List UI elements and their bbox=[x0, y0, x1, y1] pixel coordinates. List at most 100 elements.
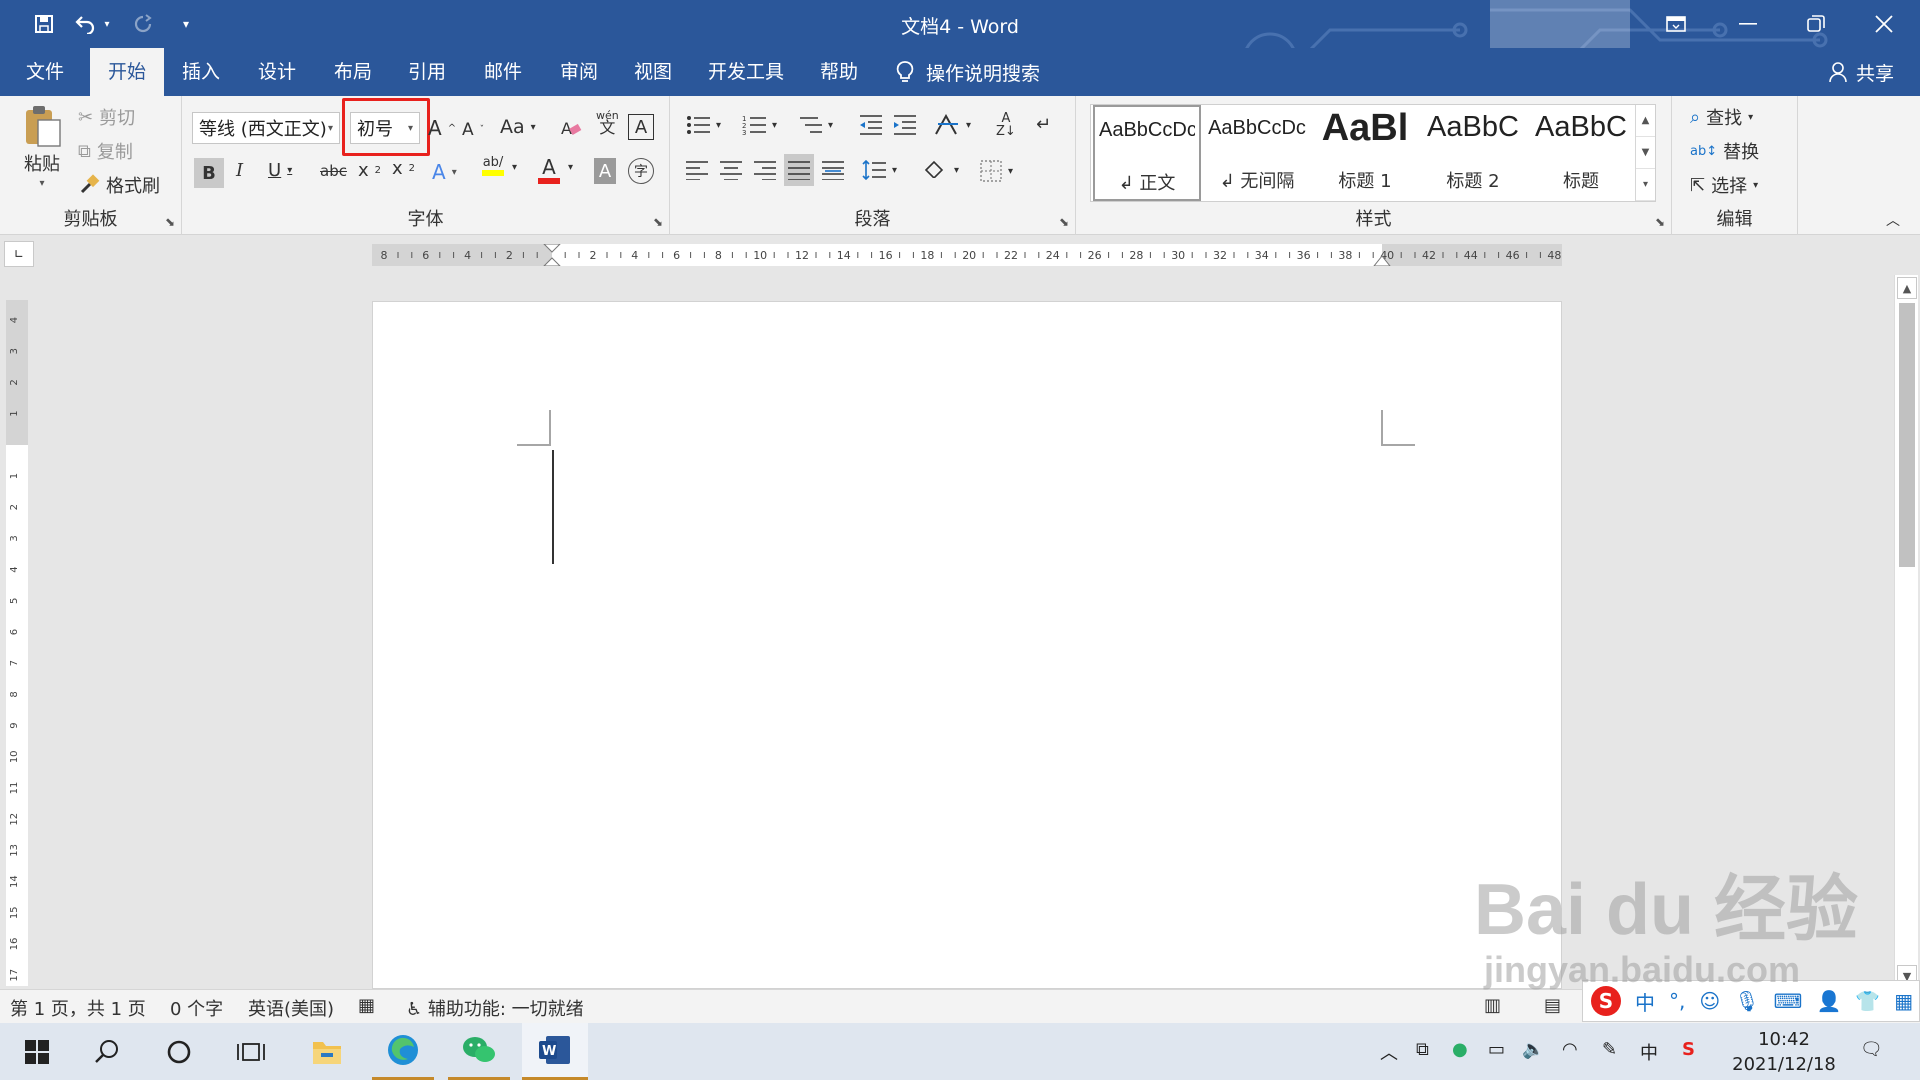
highlight-dropdown-icon[interactable]: ▾ bbox=[512, 162, 517, 173]
sort-icon[interactable]: A Z↓ bbox=[996, 112, 1016, 138]
superscript-icon[interactable]: x2 bbox=[392, 158, 415, 179]
pen-icon[interactable]: ✎ bbox=[1602, 1039, 1617, 1060]
distributed-icon[interactable] bbox=[822, 160, 844, 180]
tray-overflow-icon[interactable]: ︿ bbox=[1380, 1039, 1398, 1065]
character-border-icon[interactable]: A bbox=[628, 114, 654, 140]
tray-wechat-icon[interactable]: ● bbox=[1452, 1039, 1468, 1060]
align-right-icon[interactable] bbox=[754, 160, 776, 180]
collapse-ribbon-icon[interactable]: ︿ bbox=[1886, 210, 1900, 230]
tell-me-search[interactable]: 操作说明搜索 bbox=[896, 48, 1040, 96]
font-color-dropdown-icon[interactable]: ▾ bbox=[568, 162, 573, 173]
volume-icon[interactable]: 🔈 bbox=[1522, 1039, 1544, 1060]
align-center-icon[interactable] bbox=[720, 160, 742, 180]
tab-review[interactable]: 审阅 bbox=[542, 48, 616, 96]
ime-mode[interactable]: 中 bbox=[1635, 987, 1655, 1016]
tray-sogou-icon[interactable]: S bbox=[1682, 1039, 1695, 1060]
language-status[interactable]: 英语(美国) bbox=[248, 995, 334, 1021]
shading-icon[interactable]: ▾ bbox=[922, 158, 959, 182]
character-shading-icon[interactable]: A bbox=[594, 158, 616, 184]
bold-icon[interactable]: B bbox=[194, 158, 224, 188]
gallery-down-icon[interactable]: ▼ bbox=[1636, 137, 1655, 169]
wechat-icon[interactable] bbox=[448, 1023, 510, 1080]
start-button[interactable] bbox=[6, 1023, 68, 1080]
vertical-scrollbar[interactable]: ▲ ▼ bbox=[1894, 275, 1918, 989]
enclose-characters-icon[interactable]: 字 bbox=[628, 158, 654, 184]
paste-button[interactable]: 粘贴 ▾ bbox=[22, 104, 62, 189]
style-heading-2[interactable]: AaBbC 标题 2 bbox=[1419, 105, 1527, 201]
word-count[interactable]: 0 个字 bbox=[170, 995, 223, 1021]
cut-button[interactable]: ✂ 剪切 bbox=[78, 104, 135, 130]
chinese-layout-icon[interactable]: ▾ bbox=[934, 114, 971, 136]
strikethrough-icon[interactable]: abc bbox=[320, 162, 347, 180]
battery-icon[interactable]: ▭ bbox=[1488, 1039, 1505, 1060]
tab-insert[interactable]: 插入 bbox=[164, 48, 238, 96]
shrink-font-icon[interactable]: Aˇ bbox=[462, 120, 484, 140]
close-icon[interactable] bbox=[1852, 0, 1916, 48]
change-case-icon[interactable]: Aa ▾ bbox=[500, 116, 536, 138]
accessibility-status[interactable]: ♿ 辅助功能: 一切就绪 bbox=[406, 995, 584, 1021]
line-spacing-icon[interactable]: ▾ bbox=[862, 160, 897, 180]
keyboard-icon[interactable]: ⌨ bbox=[1774, 989, 1803, 1013]
scroll-thumb[interactable] bbox=[1899, 303, 1915, 567]
tray-app-icon[interactable]: ⧉ bbox=[1416, 1039, 1429, 1060]
font-color-icon[interactable]: A bbox=[538, 156, 560, 184]
borders-icon[interactable]: ▾ bbox=[980, 160, 1013, 182]
task-view-icon[interactable] bbox=[220, 1023, 282, 1080]
style-no-spacing[interactable]: AaBbCcDc ↲ 无间隔 bbox=[1203, 105, 1311, 201]
text-effects-icon[interactable]: A ▾ bbox=[432, 160, 457, 184]
ribbon-display-icon[interactable] bbox=[1644, 0, 1708, 48]
page-count[interactable]: 第 1 页，共 1 页 bbox=[10, 995, 146, 1021]
tab-view[interactable]: 视图 bbox=[616, 48, 690, 96]
copy-button[interactable]: ⧉ 复制 bbox=[78, 138, 133, 164]
select-dropdown-icon[interactable]: ▾ bbox=[1753, 180, 1758, 191]
vertical-ruler[interactable]: 43211234567891011121314151617 bbox=[6, 300, 28, 986]
tab-home[interactable]: 开始 bbox=[90, 48, 165, 96]
decrease-indent-icon[interactable] bbox=[858, 114, 882, 136]
avatar[interactable] bbox=[1490, 0, 1630, 48]
align-left-icon[interactable] bbox=[686, 160, 708, 180]
proofing-icon[interactable]: ▦ bbox=[358, 995, 375, 1016]
subscript-icon[interactable]: x2 bbox=[358, 160, 381, 181]
paste-dropdown-icon[interactable]: ▾ bbox=[39, 178, 44, 189]
tab-layout[interactable]: 布局 bbox=[316, 48, 390, 96]
style-title[interactable]: AaBbC 标题 bbox=[1527, 105, 1635, 201]
find-dropdown-icon[interactable]: ▾ bbox=[1748, 112, 1753, 123]
document-page[interactable] bbox=[372, 301, 1562, 989]
select-button[interactable]: ⇱ 选择 ▾ bbox=[1690, 172, 1758, 198]
share-button[interactable]: 共享 bbox=[1828, 48, 1894, 96]
font-name-combo[interactable]: 等线 (西文正文) ▾ bbox=[192, 112, 340, 144]
styles-launcher-icon[interactable]: ⬊ bbox=[1655, 215, 1665, 229]
word-taskbar-icon[interactable]: W bbox=[522, 1023, 588, 1080]
text-highlight-icon[interactable]: ab/ bbox=[482, 156, 504, 176]
tab-selector-icon[interactable]: ∟ bbox=[4, 241, 34, 267]
print-layout-icon[interactable]: ▤ bbox=[1544, 995, 1561, 1016]
replace-button[interactable]: ab↕ 替换 bbox=[1690, 138, 1759, 164]
minimize-icon[interactable] bbox=[1716, 0, 1780, 48]
bullets-icon[interactable]: ▾ bbox=[686, 114, 721, 136]
wifi-icon[interactable]: ◠ bbox=[1562, 1039, 1578, 1060]
underline-icon[interactable]: U ▾ bbox=[268, 160, 292, 181]
restore-icon[interactable] bbox=[1784, 0, 1848, 48]
toolbox-icon[interactable]: ▦ bbox=[1894, 989, 1913, 1013]
tab-design[interactable]: 设计 bbox=[240, 48, 314, 96]
sogou-logo-icon[interactable]: S bbox=[1591, 986, 1621, 1016]
show-formatting-marks-icon[interactable]: ↵ bbox=[1036, 114, 1051, 135]
style-normal[interactable]: AaBbCcDc ↲ 正文 bbox=[1093, 105, 1201, 201]
tab-mailings[interactable]: 邮件 bbox=[466, 48, 540, 96]
clear-formatting-icon[interactable]: A bbox=[560, 118, 582, 138]
paragraph-launcher-icon[interactable]: ⬊ bbox=[1059, 215, 1069, 229]
gallery-more-icon[interactable]: ▾ bbox=[1636, 169, 1655, 201]
justify-icon[interactable] bbox=[784, 154, 814, 186]
tab-help[interactable]: 帮助 bbox=[802, 48, 876, 96]
font-name-dropdown-icon[interactable]: ▾ bbox=[328, 123, 333, 134]
italic-icon[interactable]: I bbox=[236, 160, 243, 181]
horizontal-ruler[interactable]: 8 6 4 2 2 4 6 8 10 12 14 16 18 20 22 24 26 28 30 32 34 36 38 40… bbox=[372, 244, 1562, 266]
grow-font-icon[interactable]: A ^ bbox=[428, 116, 456, 140]
find-button[interactable]: ⌕ 查找 ▾ bbox=[1690, 104, 1753, 130]
gallery-up-icon[interactable]: ▲ bbox=[1636, 105, 1655, 137]
tab-file[interactable]: 文件 bbox=[8, 48, 82, 96]
tray-input-language[interactable]: 中 bbox=[1640, 1039, 1658, 1065]
cortana-icon[interactable] bbox=[148, 1023, 210, 1080]
numbering-icon[interactable]: 1 2 3 ▾ bbox=[742, 114, 777, 136]
phonetic-guide-icon[interactable]: wén 文 bbox=[596, 110, 619, 136]
